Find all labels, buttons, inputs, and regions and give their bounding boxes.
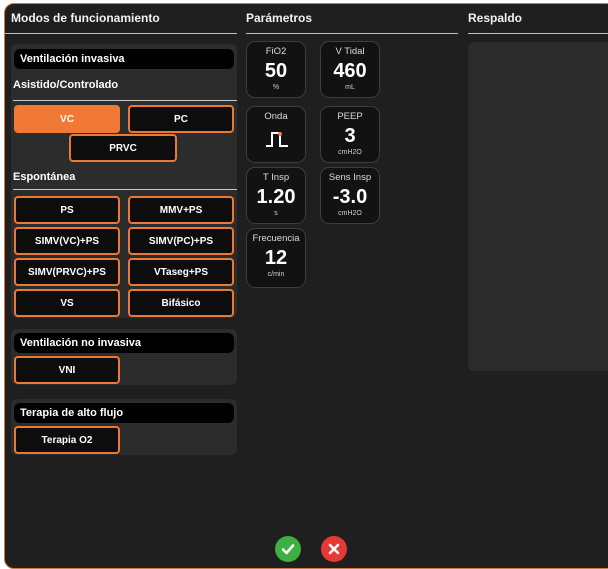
param-unit: cmH2O bbox=[338, 149, 362, 156]
param-unit: cmH2O bbox=[338, 210, 362, 217]
mode-mmv-ps-button[interactable]: MMV+PS bbox=[128, 196, 234, 224]
params-column-divider bbox=[246, 33, 458, 34]
param-label: Onda bbox=[264, 111, 288, 122]
x-circle-icon bbox=[328, 543, 340, 555]
param-value: 1.20 bbox=[256, 186, 296, 208]
param-onda-tile[interactable]: Onda bbox=[246, 106, 306, 163]
mode-simv-prvc-ps-button[interactable]: SIMV(PRVC)+PS bbox=[14, 258, 120, 286]
modes-column-divider bbox=[5, 33, 237, 34]
assisted-divider bbox=[13, 100, 237, 101]
confirm-button[interactable] bbox=[275, 536, 301, 562]
mode-vtaseg-ps-button[interactable]: VTaseg+PS bbox=[128, 258, 234, 286]
param-unit: % bbox=[272, 84, 280, 91]
params-column-title: Parámetros bbox=[246, 11, 313, 25]
highflow-panel: Terapia de alto flujo Terapia O2 bbox=[11, 399, 237, 455]
param-value: 50 bbox=[264, 60, 288, 82]
mode-simv-vc-ps-button[interactable]: SIMV(VC)+PS bbox=[14, 227, 120, 255]
param-label: V Tidal bbox=[335, 46, 365, 57]
modes-column-title: Modos de funcionamiento bbox=[11, 11, 160, 25]
mode-ps-button[interactable]: PS bbox=[14, 196, 120, 224]
param-label: PEEP bbox=[337, 111, 363, 122]
param-tinsp-tile[interactable]: T Insp 1.20 s bbox=[246, 167, 306, 224]
param-unit: s bbox=[274, 210, 278, 217]
param-unit: c/min bbox=[267, 271, 285, 278]
invasive-section-title: Ventilación invasiva bbox=[14, 49, 234, 69]
check-circle-icon bbox=[281, 544, 295, 555]
mode-bifasico-button[interactable]: Bifásico bbox=[128, 289, 234, 317]
param-value: 3 bbox=[344, 125, 356, 147]
param-fio2-tile[interactable]: FiO2 50 % bbox=[246, 41, 306, 98]
param-peep-tile[interactable]: PEEP 3 cmH2O bbox=[320, 106, 380, 163]
mode-simv-pc-ps-button[interactable]: SIMV(PC)+PS bbox=[128, 227, 234, 255]
spontaneous-label: Espontánea bbox=[13, 171, 76, 183]
noninvasive-panel: Ventilación no invasiva VNI bbox=[11, 329, 237, 385]
mode-vs-button[interactable]: VS bbox=[14, 289, 120, 317]
param-value: 12 bbox=[264, 247, 288, 269]
mode-prvc-button[interactable]: PRVC bbox=[69, 134, 177, 162]
param-value: -3.0 bbox=[332, 186, 368, 208]
spontaneous-divider bbox=[13, 189, 237, 190]
ventilator-mode-window: Modos de funcionamiento Parámetros Respa… bbox=[4, 3, 608, 569]
invasive-panel: Ventilación invasiva Asistido/Controlado… bbox=[11, 44, 237, 318]
backup-area bbox=[468, 42, 608, 371]
param-label: Sens Insp bbox=[328, 172, 372, 183]
cancel-button[interactable] bbox=[321, 536, 347, 562]
mode-vni-button[interactable]: VNI bbox=[14, 356, 120, 384]
mode-pc-button[interactable]: PC bbox=[128, 105, 234, 133]
param-value: 460 bbox=[333, 60, 367, 82]
assisted-controlled-label: Asistido/Controlado bbox=[13, 79, 119, 91]
param-frecuencia-tile[interactable]: Frecuencia 12 c/min bbox=[246, 228, 306, 288]
param-unit: mL bbox=[345, 84, 355, 91]
backup-column-divider bbox=[468, 33, 608, 34]
param-vtidal-tile[interactable]: V Tidal 460 mL bbox=[320, 41, 380, 98]
param-label: Frecuencia bbox=[252, 233, 300, 244]
backup-column-title: Respaldo bbox=[468, 11, 523, 25]
mode-terapia-o2-button[interactable]: Terapia O2 bbox=[14, 426, 120, 454]
noninvasive-section-title: Ventilación no invasiva bbox=[14, 333, 234, 353]
param-label: T Insp bbox=[262, 172, 290, 183]
mode-vc-button[interactable]: VC bbox=[14, 105, 120, 133]
param-label: FiO2 bbox=[265, 46, 287, 57]
param-sensinsp-tile[interactable]: Sens Insp -3.0 cmH2O bbox=[320, 167, 380, 224]
square-wave-icon bbox=[266, 132, 288, 147]
highflow-section-title: Terapia de alto flujo bbox=[14, 403, 234, 423]
